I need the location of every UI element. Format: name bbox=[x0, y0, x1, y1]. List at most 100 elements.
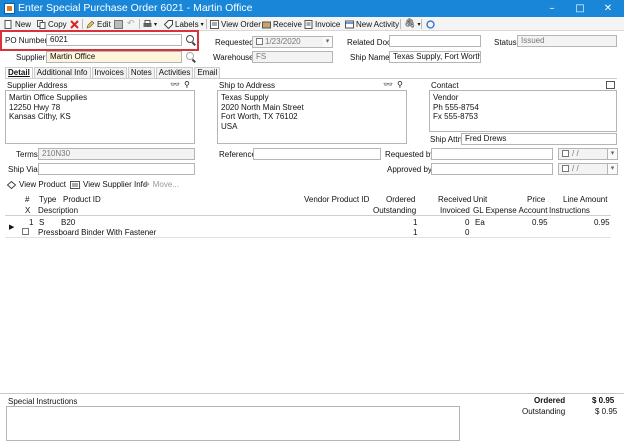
tag-icon bbox=[164, 19, 173, 29]
copy-button[interactable]: Copy bbox=[37, 18, 67, 30]
col-vendor-product-id[interactable]: Vendor Product ID bbox=[304, 195, 369, 204]
labels-label: Labels bbox=[175, 19, 199, 29]
supplier-address-label: Supplier Address bbox=[7, 81, 68, 90]
move-button[interactable]: ✥ Move... bbox=[143, 180, 179, 189]
tab-additional-info[interactable]: Additional Info bbox=[33, 67, 91, 78]
close-button[interactable]: ✕ bbox=[594, 0, 622, 17]
product-icon bbox=[7, 180, 16, 189]
col-description[interactable]: Description bbox=[38, 206, 78, 215]
new-activity-button[interactable]: New Activity bbox=[345, 18, 399, 30]
supplier-address-box[interactable]: Martin Office Supplies 12250 Hwy 78 Kans… bbox=[5, 90, 195, 144]
maximize-button[interactable]: □ bbox=[566, 0, 594, 17]
contact-card-icon[interactable] bbox=[606, 81, 615, 89]
requested-date-value: 1/23/2020 bbox=[265, 37, 301, 46]
row-type: S bbox=[39, 218, 45, 227]
requested-date-dropdown[interactable]: ▾ bbox=[323, 36, 333, 48]
save-icon bbox=[114, 19, 123, 29]
approved-by-input[interactable] bbox=[431, 163, 553, 175]
supplier-input[interactable]: Martin Office bbox=[46, 51, 182, 63]
binoculars-icon[interactable]: 👓 bbox=[170, 80, 180, 89]
ship-name-input[interactable]: Texas Supply, Fort Worth bbox=[389, 51, 481, 63]
ship-map-pin-icon[interactable]: ⚲ bbox=[397, 80, 403, 89]
requested-checkbox[interactable] bbox=[256, 38, 263, 45]
labels-button[interactable]: Labels ▾ bbox=[164, 18, 204, 30]
view-supplier-info-button[interactable]: View Supplier Info bbox=[70, 180, 147, 189]
col-line-amount[interactable]: Line Amount bbox=[563, 195, 607, 204]
reference-input[interactable] bbox=[253, 148, 381, 160]
terms-label: Terms bbox=[16, 150, 38, 159]
terms-input[interactable]: 210N30 bbox=[38, 148, 195, 160]
col-invoiced[interactable]: Invoiced bbox=[440, 206, 470, 215]
col-num[interactable]: # bbox=[25, 195, 29, 204]
col-unit[interactable]: Unit bbox=[473, 195, 487, 204]
col-x[interactable]: X bbox=[25, 206, 30, 215]
refresh-button[interactable] bbox=[426, 18, 435, 30]
col-instructions[interactable]: Instructions bbox=[549, 206, 590, 215]
tab-invoices[interactable]: Invoices bbox=[91, 67, 127, 78]
ordered-total-label: Ordered bbox=[534, 396, 566, 405]
col-type[interactable]: Type bbox=[39, 195, 56, 204]
map-pin-icon[interactable]: ⚲ bbox=[184, 80, 190, 89]
view-order-button[interactable]: View Order bbox=[210, 18, 261, 30]
col-gl-expense[interactable]: GL Expense Account bbox=[473, 206, 547, 215]
edit-button[interactable]: Edit bbox=[86, 18, 111, 30]
delete-button[interactable] bbox=[70, 18, 79, 30]
tab-activities[interactable]: Activities bbox=[155, 67, 194, 78]
col-price[interactable]: Price bbox=[527, 195, 545, 204]
ship-binoculars-icon[interactable]: 👓 bbox=[383, 80, 393, 89]
new-doc-icon bbox=[4, 19, 12, 29]
special-instructions-input[interactable] bbox=[6, 406, 460, 441]
requested-by-date-dropdown[interactable]: ▾ bbox=[608, 148, 618, 160]
table-row[interactable]: 1 S B20 1 0 Ea 0.95 0.95 bbox=[5, 218, 611, 227]
supplier-search-icon[interactable] bbox=[186, 52, 194, 62]
row-received: 0 bbox=[465, 218, 470, 227]
ship-attn-input[interactable]: Fred Drews bbox=[461, 133, 617, 145]
save-button[interactable] bbox=[114, 18, 123, 30]
col-received[interactable]: Received bbox=[438, 195, 471, 204]
row-divider bbox=[5, 237, 611, 238]
row-x-checkbox[interactable] bbox=[22, 228, 29, 235]
invoice-button[interactable]: Invoice bbox=[304, 18, 340, 30]
warehouse-input[interactable]: FS bbox=[252, 51, 333, 63]
requested-by-date-checkbox[interactable] bbox=[562, 150, 569, 157]
tab-email[interactable]: Email bbox=[194, 67, 221, 78]
tab-divider bbox=[5, 78, 617, 79]
approved-by-date[interactable]: / / bbox=[558, 163, 608, 175]
requested-by-date[interactable]: / / bbox=[558, 148, 608, 160]
requested-date-field[interactable]: 1/23/2020 bbox=[252, 36, 324, 48]
col-outstanding[interactable]: Outstanding bbox=[373, 206, 416, 215]
row-invoiced: 0 bbox=[465, 228, 470, 237]
receive-button[interactable]: Receive bbox=[262, 18, 302, 30]
activity-icon bbox=[345, 20, 354, 28]
attachment-button[interactable]: 🖇 ▾ bbox=[404, 18, 420, 30]
contact-box[interactable]: Vendor Ph 555-8754 Fx 555-8753 bbox=[429, 90, 617, 132]
approved-by-date-dropdown[interactable]: ▾ bbox=[608, 163, 618, 175]
print-button[interactable]: ▾ bbox=[143, 18, 157, 30]
undo-icon: ↶ bbox=[127, 19, 135, 29]
minimize-button[interactable]: – bbox=[538, 0, 566, 17]
labels-dropdown-icon: ▾ bbox=[200, 21, 204, 28]
grid-header: # Type Product ID Vendor Product ID Orde… bbox=[5, 193, 611, 215]
col-product-id[interactable]: Product ID bbox=[63, 195, 101, 204]
approved-by-date-checkbox[interactable] bbox=[562, 165, 569, 172]
row-price: 0.95 bbox=[532, 218, 548, 227]
view-order-icon bbox=[210, 19, 219, 29]
col-ordered[interactable]: Ordered bbox=[386, 195, 415, 204]
new-button[interactable]: New bbox=[4, 18, 31, 30]
move-icon: ✥ bbox=[143, 180, 150, 189]
row-line-amount: 0.95 bbox=[594, 218, 610, 227]
tab-detail[interactable]: Detail bbox=[5, 67, 33, 78]
requested-by-input[interactable] bbox=[431, 148, 553, 160]
tab-notes[interactable]: Notes bbox=[127, 67, 155, 78]
undo-button[interactable]: ↶ bbox=[127, 18, 135, 30]
row-description: Pressboard Binder With Fastener bbox=[38, 228, 157, 237]
table-row[interactable]: Pressboard Binder With Fastener 1 0 bbox=[5, 228, 611, 237]
ship-via-input[interactable] bbox=[38, 163, 195, 175]
requested-by-label: Requested by bbox=[385, 150, 435, 159]
refresh-icon bbox=[426, 19, 435, 29]
related-doc-input[interactable] bbox=[389, 35, 481, 47]
status-label: Status bbox=[494, 38, 517, 47]
reference-label: Reference bbox=[219, 150, 256, 159]
ship-to-address-box[interactable]: Texas Supply 2020 North Main Street Fort… bbox=[217, 90, 407, 144]
view-product-button[interactable]: View Product bbox=[7, 180, 66, 189]
